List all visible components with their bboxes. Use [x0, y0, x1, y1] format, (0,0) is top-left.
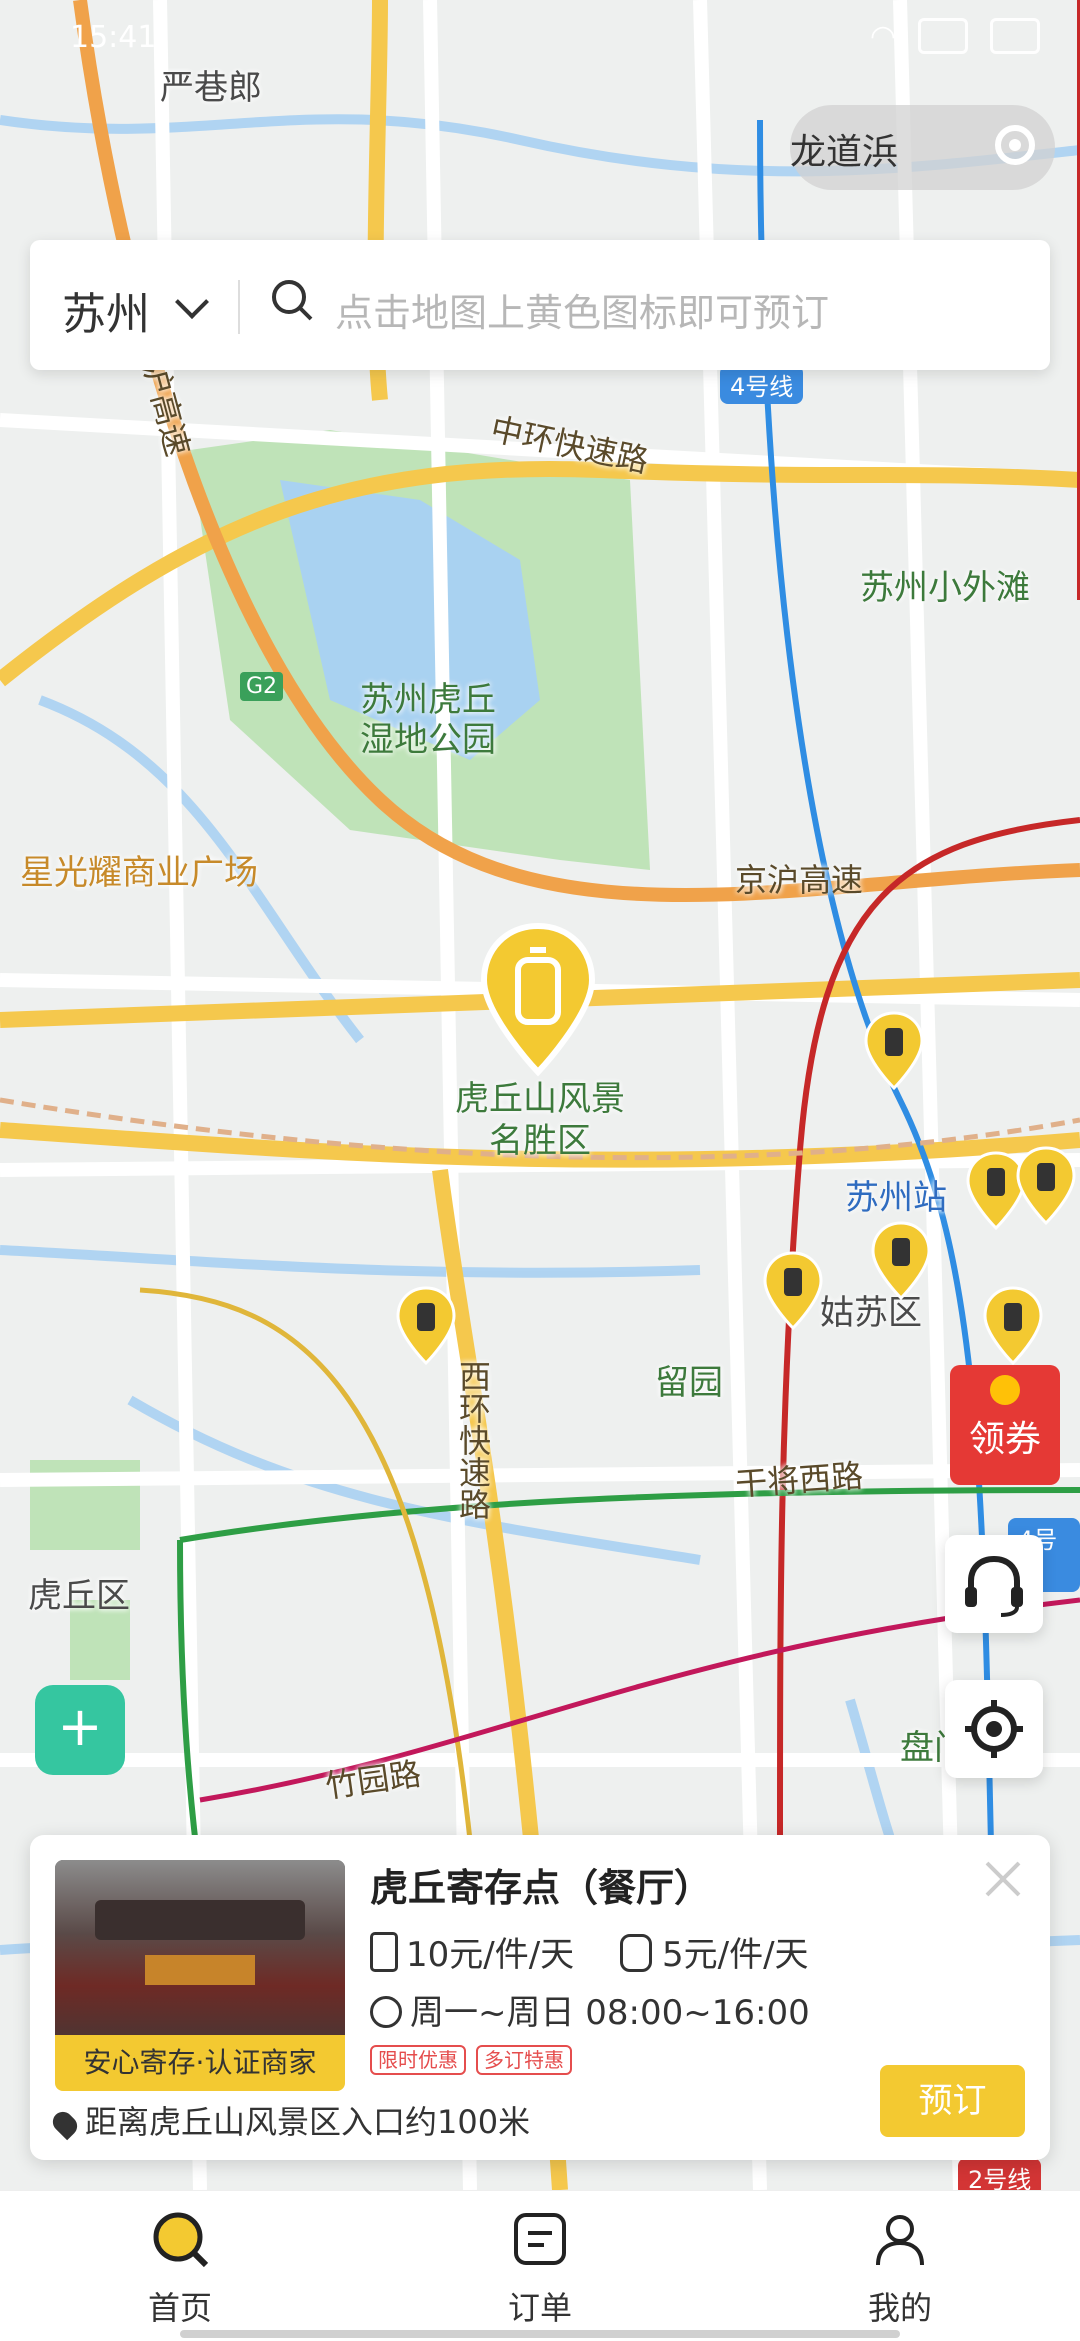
map-label-ganjiang: 干将西路 [733, 1456, 865, 1504]
storage-pin[interactable] [982, 1285, 1044, 1367]
map-label-liuyuan: 留园 [655, 1363, 723, 1403]
battery-icon [990, 18, 1040, 54]
verified-badge: 安心寄存·认证商家 [55, 2035, 345, 2091]
headset-icon [965, 1555, 1023, 1617]
storage-point-card[interactable]: 安心寄存·认证商家 虎丘寄存点（餐厅） 10元/件/天 5元/件/天 周一~周日… [30, 1835, 1050, 2160]
close-icon[interactable] [981, 1857, 1025, 1901]
customer-service-button[interactable] [945, 1535, 1043, 1633]
storage-point-title: 虎丘寄存点（餐厅） [370, 1866, 713, 1910]
location-pin-icon [48, 2107, 82, 2141]
tab-orders[interactable]: 订单 [440, 2209, 640, 2329]
coupon-button[interactable]: 领券 [950, 1365, 1060, 1485]
price-large-luggage: 10元/件/天 [406, 1935, 575, 1975]
promo-tags: 限时优惠 多订特惠 [370, 2045, 572, 2075]
search-input[interactable]: 点击地图上黄色图标即可预订 [335, 282, 829, 337]
target-icon [965, 1700, 1023, 1758]
map-label-jinghu-2: 京沪高速 [735, 861, 864, 899]
map-label-xihuan: 西环快速路 [454, 1360, 492, 1520]
city-selector[interactable]: 苏州 [62, 278, 150, 342]
map-label-longdaobang: 龙道浜 [790, 132, 899, 173]
storage-pin[interactable] [863, 1010, 925, 1092]
coupon-label: 领券 [968, 1419, 1041, 1460]
search-bar[interactable]: 苏州 点击地图上黄色图标即可预订 [30, 240, 1050, 370]
map-label-xingguang: 星光耀商业广场 [20, 853, 258, 893]
map-label-scenic: 虎丘山风景 名胜区 [455, 1079, 625, 1161]
bottom-tab-bar: 首页 订单 我的 [0, 2190, 1080, 2341]
storage-pin[interactable] [870, 1220, 932, 1302]
distance-info: 距离虎丘山风景区入口约100米 [48, 2097, 531, 2143]
map-label-wetland-park: 苏州虎丘 湿地公园 [360, 680, 496, 760]
hours-text: 周一~周日 08:00~16:00 [410, 1993, 810, 2033]
order-list-icon [514, 2213, 566, 2265]
search-icon [153, 2212, 209, 2268]
map-label-huqiu: 虎丘区 [28, 1576, 130, 1616]
backpack-icon [620, 1934, 652, 1972]
promo-tag: 多订特惠 [476, 2045, 572, 2075]
map-label-g2: G2 [240, 672, 284, 701]
tab-home-label: 首页 [147, 2289, 212, 2327]
divider [238, 280, 240, 334]
storage-pin[interactable] [1015, 1145, 1077, 1227]
price-small-luggage: 5元/件/天 [662, 1935, 809, 1975]
map-floating-pill[interactable]: 龙道浜 [790, 105, 1055, 190]
search-icon [272, 280, 313, 321]
map-label-waitan: 苏州小外滩 [860, 568, 1030, 608]
storage-pin[interactable] [762, 1250, 824, 1332]
distance-text: 距离虎丘山风景区入口约100米 [85, 2103, 531, 2141]
storage-pin[interactable] [395, 1285, 457, 1367]
tab-mine[interactable]: 我的 [800, 2209, 1000, 2329]
promo-tag: 限时优惠 [370, 2045, 466, 2075]
status-time: 15:41 [70, 20, 157, 55]
wifi-icon: ◠ [869, 18, 896, 54]
user-icon [876, 2215, 924, 2266]
book-button[interactable]: 预订 [880, 2065, 1025, 2137]
price-row: 10元/件/天 5元/件/天 [370, 1927, 809, 1976]
map-label-yanxianglang: 严巷郎 [160, 68, 262, 108]
metro-badge-4: 4号线 [720, 365, 804, 404]
storage-pin-selected[interactable] [478, 920, 598, 1080]
map-label-station: 苏州站 [845, 1178, 947, 1218]
compass-icon[interactable] [995, 125, 1035, 165]
clock-icon [370, 1996, 402, 2028]
tab-home[interactable]: 首页 [80, 2209, 280, 2329]
signal-icon [918, 18, 968, 54]
locate-me-button[interactable] [945, 1680, 1043, 1778]
safety-shield-button[interactable] [35, 1685, 125, 1775]
tab-orders-label: 订单 [507, 2289, 572, 2327]
luggage-icon [370, 1932, 398, 1972]
tab-mine-label: 我的 [867, 2289, 932, 2327]
opening-hours: 周一~周日 08:00~16:00 [370, 1985, 810, 2034]
home-indicator [180, 2330, 900, 2338]
chevron-down-icon[interactable] [175, 285, 209, 319]
